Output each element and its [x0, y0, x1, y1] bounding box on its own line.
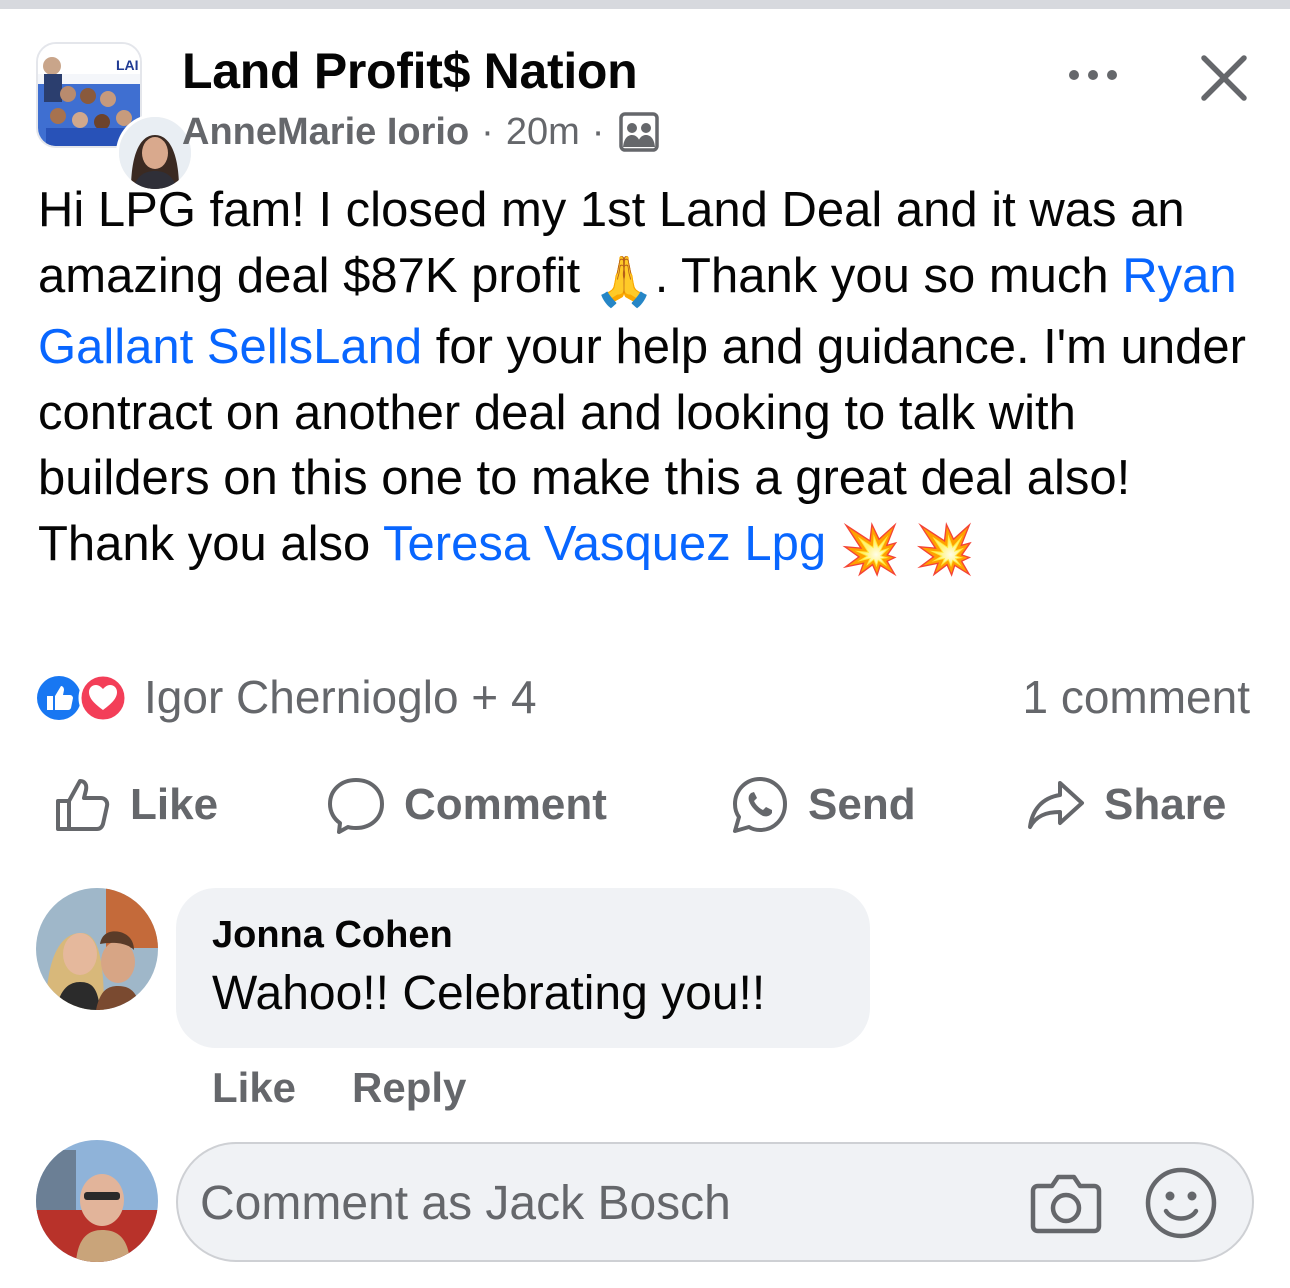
like-label: Like — [130, 780, 219, 829]
close-icon[interactable] — [1196, 50, 1252, 106]
top-divider — [0, 0, 1290, 9]
love-reaction-icon — [78, 673, 128, 723]
comment-text: Wahoo!! Celebrating you!! — [212, 967, 766, 1020]
send-button[interactable]: Send — [730, 770, 916, 840]
comment-author[interactable]: Jonna Cohen — [212, 914, 453, 957]
camera-icon[interactable] — [1030, 1170, 1102, 1236]
comment-button[interactable]: Comment — [326, 770, 607, 840]
send-label: Send — [808, 780, 916, 829]
reactors-text[interactable]: Igor Chernioglo + 4 — [144, 670, 537, 724]
whatsapp-icon — [733, 777, 787, 833]
reaction-icons — [36, 673, 136, 723]
share-arrow-icon — [1028, 781, 1084, 829]
thumbs-up-icon — [56, 779, 110, 831]
comment-count[interactable]: 1 comment — [1022, 670, 1250, 724]
comment-input[interactable] — [200, 1170, 1000, 1236]
share-label: Share — [1104, 780, 1227, 829]
current-user-avatar[interactable] — [36, 1140, 158, 1262]
meta-separator: · — [481, 110, 494, 153]
comment-bubble-icon — [328, 778, 384, 834]
comment-composer[interactable] — [176, 1142, 1254, 1262]
share-button[interactable]: Share — [1026, 770, 1226, 840]
mention-link[interactable]: Teresa Vasquez Lpg — [383, 517, 826, 571]
collision-emoji: 💥 — [914, 522, 976, 577]
collision-emoji: 💥 — [839, 522, 901, 577]
meta-separator: · — [591, 110, 605, 153]
group-members-icon — [618, 111, 660, 153]
group-name[interactable]: Land Profit$ Nation — [182, 42, 638, 100]
more-options-icon[interactable] — [1064, 58, 1122, 92]
comment-label: Comment — [404, 780, 607, 829]
folded-hands-emoji: 🙏 — [593, 254, 655, 309]
post-time[interactable]: 20m — [506, 111, 580, 154]
emoji-smile-icon[interactable] — [1144, 1166, 1218, 1240]
reactions-summary[interactable]: Igor Chernioglo + 4 — [36, 670, 537, 724]
comment-like-button[interactable]: Like — [212, 1064, 296, 1112]
comment-bubble[interactable]: Jonna Cohen Wahoo!! Celebrating you!! — [176, 888, 870, 1048]
commenter-avatar[interactable] — [36, 888, 158, 1010]
post-text-part: . Thank you so much — [654, 248, 1123, 303]
like-reaction-icon — [37, 676, 81, 720]
comment-reply-button[interactable]: Reply — [352, 1064, 466, 1112]
svg-text:LAI: LAI — [116, 57, 139, 73]
like-button[interactable]: Like — [52, 770, 218, 840]
post-avatar-group[interactable]: LAI — [36, 42, 194, 192]
author-name[interactable]: AnneMarie Iorio — [182, 111, 469, 154]
post-meta: AnneMarie Iorio · 20m · — [182, 110, 660, 154]
post-body: Hi LPG fam! I closed my 1st Land Deal an… — [38, 178, 1258, 583]
